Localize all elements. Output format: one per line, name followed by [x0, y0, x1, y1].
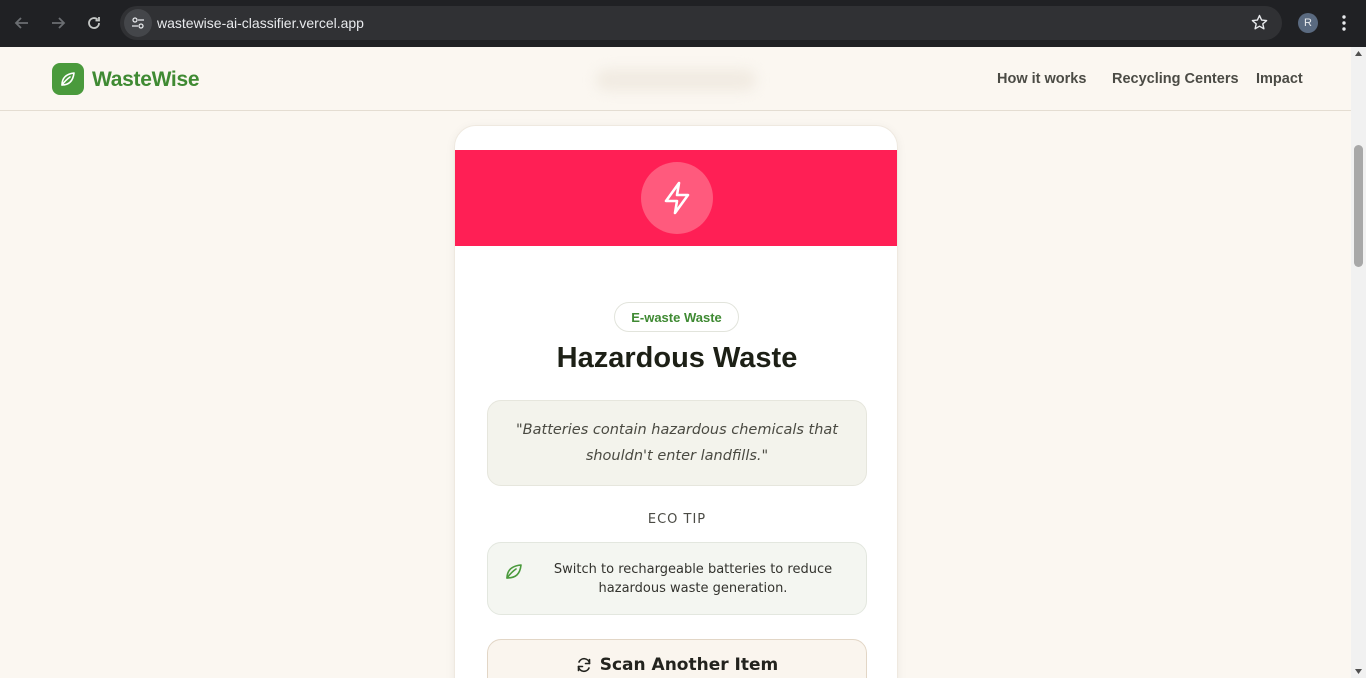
refresh-icon	[577, 657, 591, 673]
nav-impact[interactable]: Impact	[1256, 71, 1303, 87]
scan-another-label: Scan Another Item	[599, 655, 779, 675]
page-scrollbar[interactable]	[1351, 47, 1366, 678]
eco-tip-box: Switch to rechargeable batteries to redu…	[487, 542, 867, 615]
result-title: Hazardous Waste	[556, 342, 798, 374]
arrow-left-icon	[14, 17, 28, 29]
header-backdrop	[596, 69, 756, 91]
tune-icon	[132, 17, 144, 29]
nav-how-it-works[interactable]: How it works	[997, 71, 1086, 87]
browser-toolbar: wastewise-ai-classifier.vercel.app R	[0, 0, 1366, 47]
brand-name[interactable]: WasteWise	[92, 68, 200, 92]
bookmark-button[interactable]	[1251, 14, 1268, 36]
logo-mark[interactable]	[52, 63, 84, 95]
leaf-icon	[504, 561, 524, 586]
category-badge: E-waste Waste	[614, 302, 739, 332]
leaf-icon	[61, 72, 75, 86]
profile-avatar[interactable]: R	[1298, 13, 1318, 33]
reason-quote: "Batteries contain hazardous chemicals t…	[487, 400, 867, 486]
browser-menu-button[interactable]	[1336, 13, 1352, 38]
page-viewport: WasteWise How it works Recycling Centers…	[0, 47, 1351, 678]
site-header: WasteWise How it works Recycling Centers…	[0, 47, 1351, 111]
reason-text: "Batteries contain hazardous chemicals t…	[516, 422, 838, 464]
result-card: E-waste Waste Hazardous Waste "Batteries…	[454, 125, 898, 678]
reload-icon	[88, 17, 100, 29]
scan-another-button[interactable]: Scan Another Item	[487, 639, 867, 678]
reload-button[interactable]	[82, 11, 106, 35]
kebab-icon	[1342, 15, 1346, 31]
lightning-icon	[664, 181, 690, 215]
nav-recycling-centers[interactable]: Recycling Centers	[1112, 71, 1239, 87]
scroll-up-icon[interactable]	[1355, 51, 1362, 56]
url-text[interactable]: wastewise-ai-classifier.vercel.app	[157, 15, 364, 31]
scroll-thumb[interactable]	[1354, 145, 1363, 267]
star-icon	[1251, 14, 1268, 30]
result-icon-badge	[641, 162, 713, 234]
address-bar[interactable]: wastewise-ai-classifier.vercel.app	[120, 6, 1282, 40]
scroll-down-icon[interactable]	[1355, 669, 1362, 674]
forward-button[interactable]	[46, 11, 70, 35]
back-button[interactable]	[10, 11, 34, 35]
site-info-button[interactable]	[124, 9, 152, 37]
result-banner	[455, 150, 897, 246]
eco-tip-heading: ECO TIP	[647, 512, 707, 527]
eco-tip-text: Switch to rechargeable batteries to redu…	[553, 562, 833, 596]
arrow-right-icon	[52, 17, 66, 29]
